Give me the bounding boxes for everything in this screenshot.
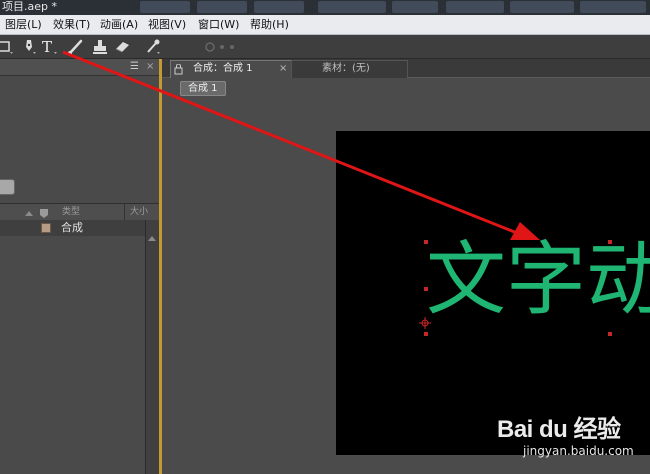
column-type[interactable]: 类型 <box>62 205 80 219</box>
menu-window[interactable]: 窗口(W) <box>198 15 239 34</box>
axis-tool-icon <box>202 37 234 56</box>
anchor-point-icon[interactable] <box>419 317 431 329</box>
list-item[interactable]: 合成 <box>0 220 145 236</box>
column-size[interactable]: 大小 <box>130 205 148 219</box>
panel-menu-icon[interactable]: ☰ <box>130 61 144 72</box>
watermark-url: jingyan.baidu.com <box>523 444 634 458</box>
pen-tool-icon[interactable] <box>19 37 39 56</box>
bounding-box-handle[interactable] <box>424 240 428 244</box>
taskbar-item[interactable] <box>580 1 646 13</box>
project-panel: ☰ × 类型 大小 合成 <box>0 59 160 474</box>
interpret-footage-button[interactable] <box>0 179 15 195</box>
menu-effect[interactable]: 效果(T) <box>53 15 90 34</box>
close-icon[interactable]: × <box>146 61 156 72</box>
label-color-swatch[interactable] <box>41 223 51 233</box>
project-panel-header: ☰ × <box>0 59 159 76</box>
canvas-text-layer[interactable]: 文字动 <box>426 237 650 323</box>
svg-text:T: T <box>42 38 52 56</box>
rectangle-tool-icon[interactable] <box>0 37 20 56</box>
bounding-box-handle[interactable] <box>608 332 612 336</box>
menu-view[interactable]: 视图(V) <box>148 15 186 34</box>
window-title: 项目.aep * <box>2 0 57 13</box>
clone-stamp-tool-icon[interactable] <box>90 37 110 56</box>
bounding-box-handle[interactable] <box>608 240 612 244</box>
bounding-box-handle[interactable] <box>424 332 428 336</box>
taskbar-item[interactable] <box>446 1 504 13</box>
brush-tool-icon[interactable] <box>66 37 86 56</box>
puppet-pin-tool-icon[interactable] <box>143 37 163 56</box>
close-icon[interactable]: × <box>279 61 287 77</box>
breadcrumb[interactable]: 合成 1 <box>180 81 226 96</box>
composition-breadcrumb-bar: 合成 1 <box>162 78 650 96</box>
tab-composition-label: 合成：合成 1 <box>193 63 253 74</box>
tag-icon <box>25 209 48 218</box>
taskbar-item[interactable] <box>318 1 386 13</box>
eraser-tool-icon[interactable] <box>113 37 133 56</box>
project-column-header: 类型 大小 <box>0 203 159 221</box>
menu-layer[interactable]: 图层(L) <box>5 15 42 34</box>
title-bar: 项目.aep * <box>0 0 650 15</box>
bounding-box-handle[interactable] <box>424 287 428 291</box>
scroll-up-icon[interactable] <box>148 236 156 241</box>
tab-composition[interactable]: 合成：合成 1 × <box>170 60 292 78</box>
type-tool-icon[interactable]: T <box>40 37 60 56</box>
taskbar-item[interactable] <box>140 1 190 13</box>
taskbar-item[interactable] <box>510 1 574 13</box>
menu-bar: 图层(L) 效果(T) 动画(A) 视图(V) 窗口(W) 帮助(H) <box>0 15 650 35</box>
menu-animation[interactable]: 动画(A) <box>100 15 138 34</box>
tools-toolbar: T <box>0 35 650 59</box>
taskbar-item[interactable] <box>254 1 304 13</box>
baidu-jingyan-logo: Bai du 经验 <box>497 416 621 443</box>
taskbar-item[interactable] <box>197 1 247 13</box>
composition-viewer[interactable]: 文字动 <box>336 131 650 455</box>
item-type-label: 合成 <box>61 221 83 234</box>
taskbar-item[interactable] <box>392 1 438 13</box>
tab-footage[interactable]: 素材：(无) <box>291 60 408 78</box>
menu-help[interactable]: 帮助(H) <box>250 15 289 34</box>
lock-icon[interactable] <box>174 64 183 75</box>
tab-footage-label: 素材：(无) <box>322 63 370 74</box>
vertical-scrollbar[interactable] <box>145 220 159 474</box>
composition-tab-bar: 合成：合成 1 × 素材：(无) <box>162 59 650 78</box>
